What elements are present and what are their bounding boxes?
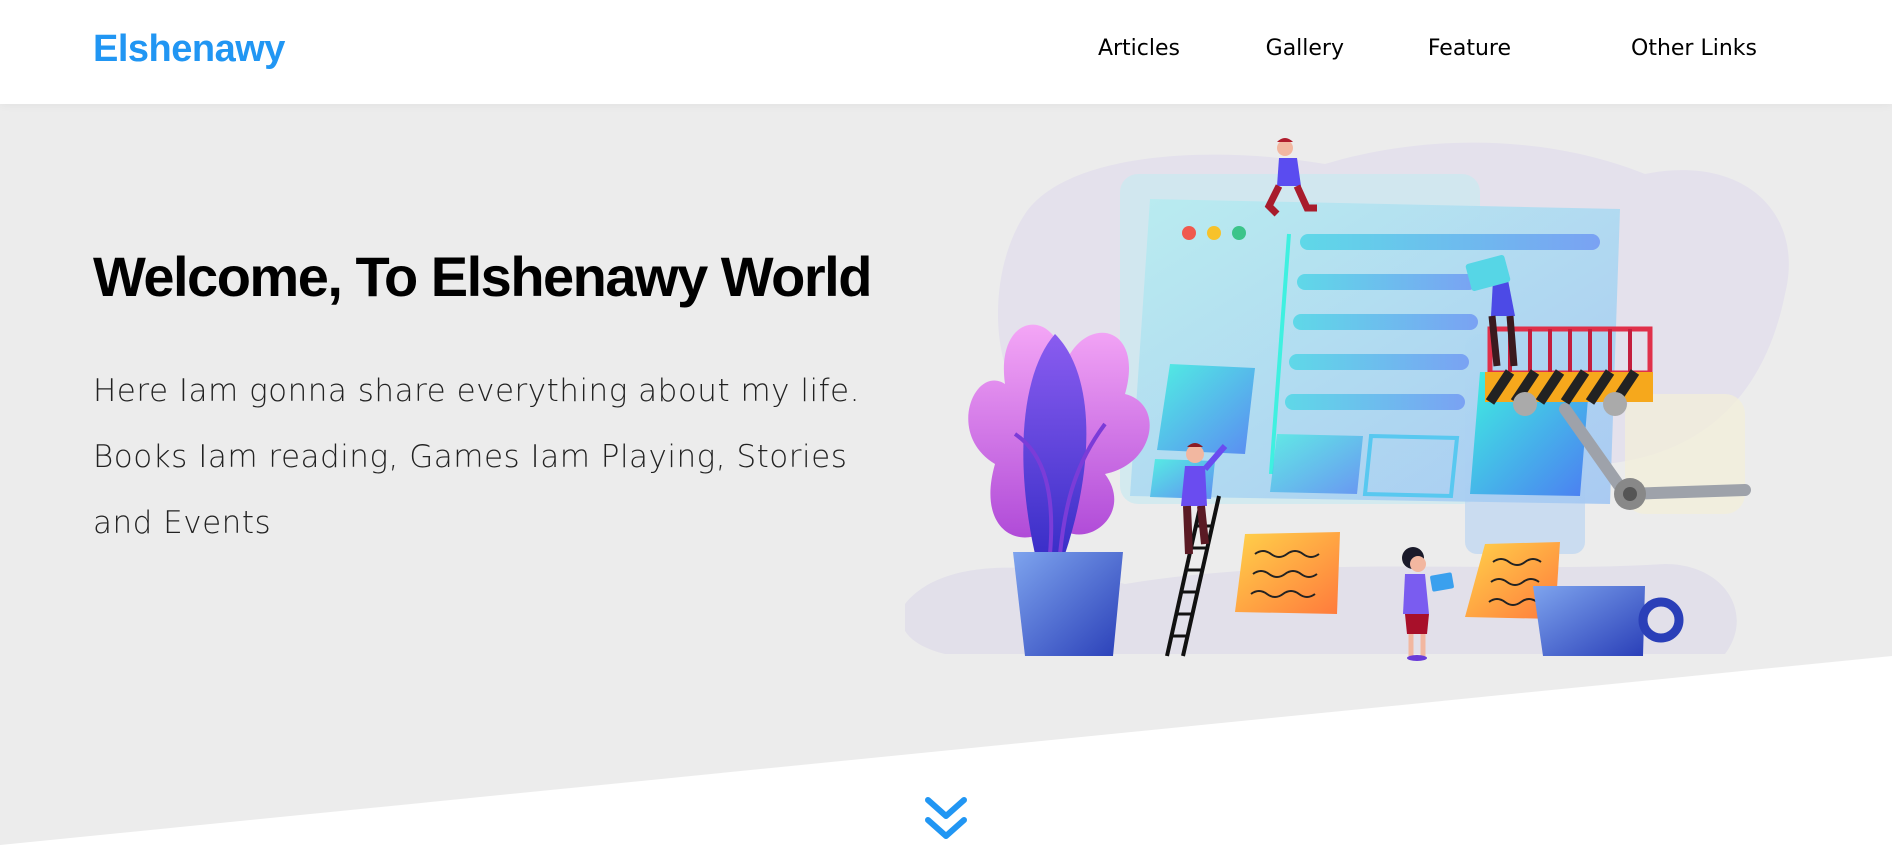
double-chevron-down-icon[interactable] bbox=[924, 794, 968, 844]
nav-link-other-links[interactable]: Other Links bbox=[1631, 36, 1757, 61]
hero-illustration bbox=[905, 138, 1789, 661]
nav-link-feature[interactable]: Feature bbox=[1428, 36, 1511, 61]
landing-title: Welcome, To Elshenawy World bbox=[93, 245, 872, 308]
landing-section: Welcome, To Elshenawy World Here Iam gon… bbox=[0, 104, 1892, 845]
site-header: Elshenawy Articles Gallery Feature Other… bbox=[0, 0, 1892, 104]
landing-description: Here Iam gonna share everything about my… bbox=[93, 373, 860, 541]
nav-link-articles[interactable]: Articles bbox=[1098, 36, 1180, 61]
nav-link-gallery[interactable]: Gallery bbox=[1266, 36, 1344, 61]
logo[interactable]: Elshenawy bbox=[93, 28, 285, 71]
